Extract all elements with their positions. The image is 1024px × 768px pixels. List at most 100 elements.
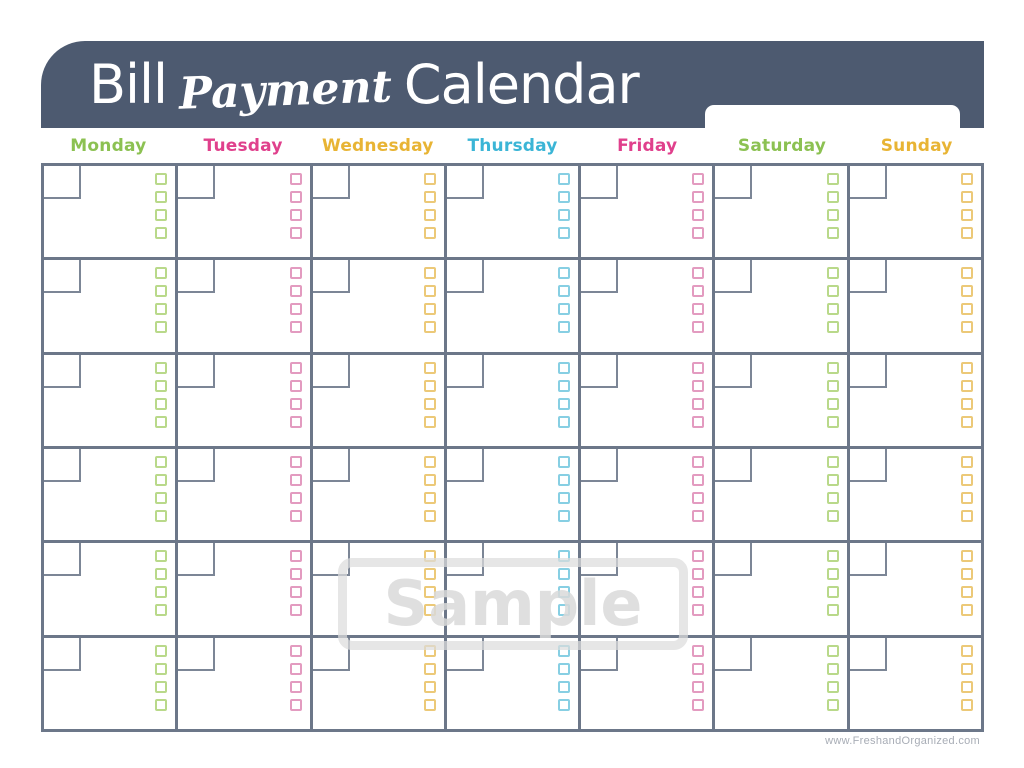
calendar-day-cell[interactable] — [715, 354, 850, 446]
calendar-day-cell[interactable] — [849, 166, 981, 258]
bill-checkbox[interactable] — [692, 321, 705, 334]
bill-checkbox[interactable] — [155, 227, 168, 239]
date-number-box[interactable] — [312, 637, 350, 671]
bill-checkbox[interactable] — [423, 680, 436, 693]
bill-checkbox[interactable] — [423, 491, 436, 504]
date-number-box[interactable] — [178, 166, 216, 199]
bill-checkbox[interactable] — [155, 361, 168, 374]
bill-checkbox[interactable] — [289, 267, 302, 280]
bill-checkbox[interactable] — [558, 644, 571, 657]
bill-checkbox[interactable] — [826, 604, 839, 617]
calendar-day-cell[interactable] — [178, 166, 313, 258]
bill-checkbox[interactable] — [155, 267, 168, 280]
bill-checkbox[interactable] — [960, 285, 973, 298]
calendar-day-cell[interactable] — [715, 637, 850, 729]
bill-checkbox[interactable] — [155, 680, 168, 693]
bill-checkbox[interactable] — [423, 173, 436, 185]
bill-checkbox[interactable] — [960, 550, 973, 563]
bill-checkbox[interactable] — [826, 698, 839, 711]
calendar-day-cell[interactable] — [581, 260, 716, 352]
bill-checkbox[interactable] — [558, 604, 571, 617]
calendar-day-cell[interactable] — [715, 448, 850, 541]
calendar-day-cell[interactable] — [581, 354, 716, 446]
bill-checkbox[interactable] — [692, 568, 705, 581]
bill-checkbox[interactable] — [423, 550, 436, 563]
date-number-box[interactable] — [715, 448, 753, 482]
calendar-day-cell[interactable] — [44, 354, 179, 446]
bill-checkbox[interactable] — [423, 267, 436, 280]
calendar-day-cell[interactable] — [44, 448, 179, 541]
bill-checkbox[interactable] — [960, 698, 973, 711]
calendar-day-cell[interactable] — [312, 637, 447, 729]
date-number-box[interactable] — [849, 637, 887, 671]
bill-checkbox[interactable] — [692, 473, 705, 486]
bill-checkbox[interactable] — [960, 473, 973, 486]
calendar-day-cell[interactable] — [581, 637, 716, 729]
bill-checkbox[interactable] — [155, 321, 168, 334]
bill-checkbox[interactable] — [423, 662, 436, 675]
bill-checkbox[interactable] — [289, 568, 302, 581]
calendar-day-cell[interactable] — [581, 166, 716, 258]
bill-checkbox[interactable] — [826, 415, 839, 428]
bill-checkbox[interactable] — [826, 568, 839, 581]
calendar-day-cell[interactable] — [446, 260, 582, 352]
bill-checkbox[interactable] — [826, 303, 839, 316]
bill-checkbox[interactable] — [155, 209, 168, 221]
bill-checkbox[interactable] — [155, 662, 168, 675]
date-number-box[interactable] — [312, 543, 350, 577]
bill-checkbox[interactable] — [960, 209, 973, 221]
calendar-day-cell[interactable] — [849, 448, 981, 541]
bill-checkbox[interactable] — [960, 455, 973, 468]
calendar-day-cell[interactable] — [178, 354, 313, 446]
bill-checkbox[interactable] — [960, 227, 973, 239]
date-number-box[interactable] — [44, 543, 81, 577]
bill-checkbox[interactable] — [155, 415, 168, 428]
bill-checkbox[interactable] — [826, 379, 839, 392]
calendar-day-cell[interactable] — [849, 260, 981, 352]
bill-checkbox[interactable] — [558, 303, 571, 316]
calendar-day-cell[interactable] — [849, 354, 981, 446]
bill-checkbox[interactable] — [155, 191, 168, 203]
bill-checkbox[interactable] — [826, 473, 839, 486]
bill-checkbox[interactable] — [692, 397, 705, 410]
bill-checkbox[interactable] — [423, 303, 436, 316]
calendar-day-cell[interactable] — [178, 543, 313, 635]
bill-checkbox[interactable] — [289, 455, 302, 468]
bill-checkbox[interactable] — [960, 303, 973, 316]
bill-checkbox[interactable] — [423, 568, 436, 581]
bill-checkbox[interactable] — [558, 491, 571, 504]
bill-checkbox[interactable] — [289, 491, 302, 504]
calendar-day-cell[interactable] — [178, 637, 313, 729]
bill-checkbox[interactable] — [558, 267, 571, 280]
bill-checkbox[interactable] — [289, 397, 302, 410]
date-number-box[interactable] — [178, 260, 216, 294]
calendar-day-cell[interactable] — [312, 166, 447, 258]
bill-checkbox[interactable] — [692, 604, 705, 617]
calendar-day-cell[interactable] — [44, 260, 179, 352]
bill-checkbox[interactable] — [289, 285, 302, 298]
bill-checkbox[interactable] — [692, 379, 705, 392]
bill-checkbox[interactable] — [826, 267, 839, 280]
bill-checkbox[interactable] — [960, 662, 973, 675]
bill-checkbox[interactable] — [826, 173, 839, 185]
calendar-day-cell[interactable] — [446, 448, 582, 541]
bill-checkbox[interactable] — [289, 191, 302, 203]
bill-checkbox[interactable] — [692, 209, 705, 221]
calendar-day-cell[interactable] — [715, 543, 850, 635]
calendar-day-cell[interactable] — [849, 637, 981, 729]
bill-checkbox[interactable] — [826, 455, 839, 468]
bill-checkbox[interactable] — [155, 509, 168, 522]
bill-checkbox[interactable] — [155, 303, 168, 316]
bill-checkbox[interactable] — [423, 473, 436, 486]
date-number-box[interactable] — [581, 543, 619, 577]
bill-checkbox[interactable] — [423, 285, 436, 298]
bill-checkbox[interactable] — [826, 680, 839, 693]
date-number-box[interactable] — [581, 166, 619, 199]
calendar-day-cell[interactable] — [44, 166, 179, 258]
bill-checkbox[interactable] — [960, 644, 973, 657]
bill-checkbox[interactable] — [289, 173, 302, 185]
date-number-box[interactable] — [446, 354, 484, 388]
bill-checkbox[interactable] — [826, 361, 839, 374]
bill-checkbox[interactable] — [423, 209, 436, 221]
bill-checkbox[interactable] — [558, 415, 571, 428]
